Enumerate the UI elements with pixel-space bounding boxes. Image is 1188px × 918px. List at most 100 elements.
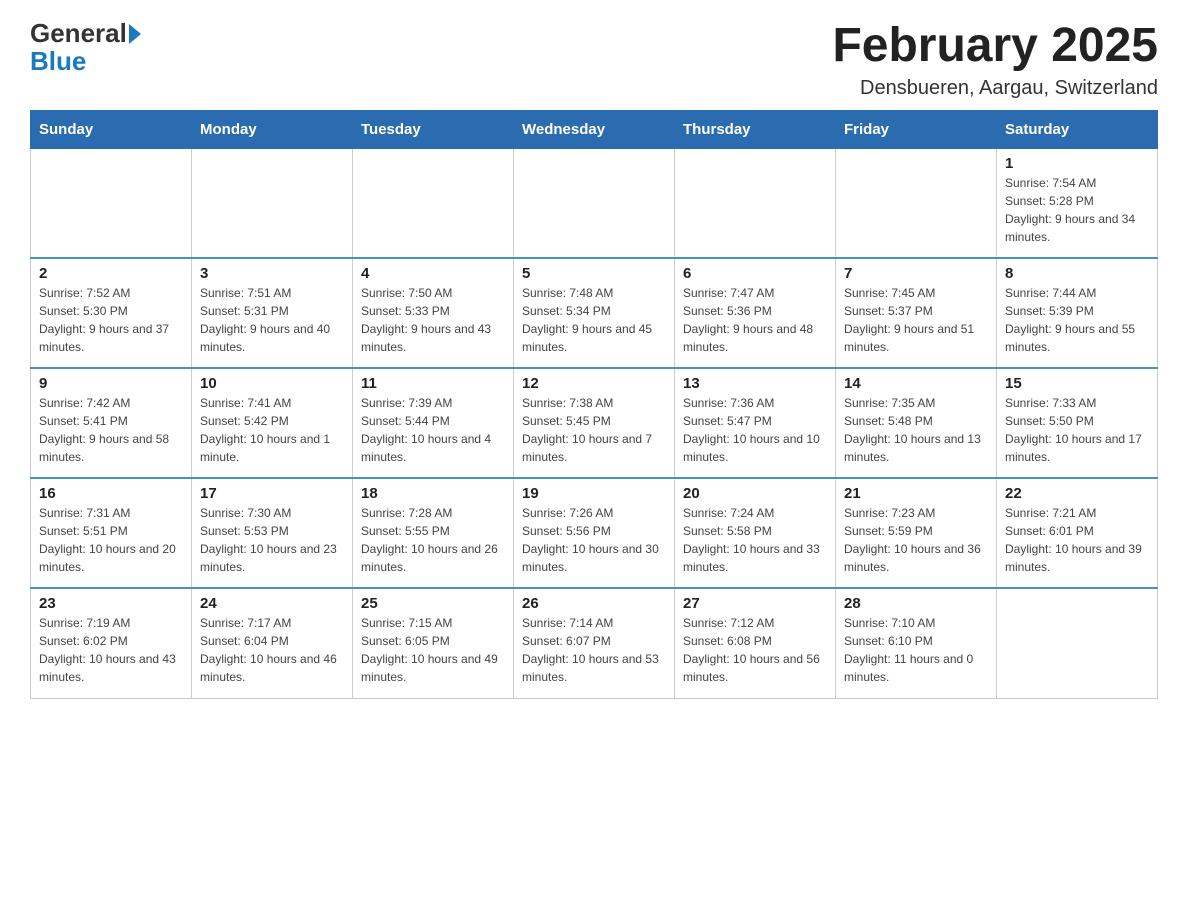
- day-number: 22: [1005, 485, 1149, 502]
- day-number: 20: [683, 485, 827, 502]
- day-number: 23: [39, 595, 183, 612]
- day-number: 12: [522, 375, 666, 392]
- week-row-4: 16 Sunrise: 7:31 AMSunset: 5:51 PMDayligh…: [31, 478, 1158, 588]
- day-number: 18: [361, 485, 505, 502]
- day-cell: 22 Sunrise: 7:21 AMSunset: 6:01 PMDayligh…: [997, 478, 1158, 588]
- day-cell: 27 Sunrise: 7:12 AMSunset: 6:08 PMDayligh…: [675, 588, 836, 698]
- day-number: 1: [1005, 155, 1149, 172]
- day-number: 6: [683, 265, 827, 282]
- day-number: 16: [39, 485, 183, 502]
- logo-arrow-icon: [129, 24, 141, 44]
- day-cell: 1 Sunrise: 7:54 AMSunset: 5:28 PMDaylight…: [997, 148, 1158, 258]
- day-cell: 8 Sunrise: 7:44 AMSunset: 5:39 PMDaylight…: [997, 258, 1158, 368]
- day-info: Sunrise: 7:12 AMSunset: 6:08 PMDaylight:…: [683, 614, 827, 686]
- day-cell: 26 Sunrise: 7:14 AMSunset: 6:07 PMDayligh…: [514, 588, 675, 698]
- day-info: Sunrise: 7:33 AMSunset: 5:50 PMDaylight:…: [1005, 394, 1149, 466]
- day-number: 27: [683, 595, 827, 612]
- day-cell: 19Sunrise: 7:26 AMSunset: 5:56 PMDayligh…: [514, 478, 675, 588]
- day-info: Sunrise: 7:19 AMSunset: 6:02 PMDaylight:…: [39, 614, 183, 686]
- day-cell: [514, 148, 675, 258]
- day-info: Sunrise: 7:44 AMSunset: 5:39 PMDaylight:…: [1005, 284, 1149, 356]
- day-number: 13: [683, 375, 827, 392]
- day-cell: 25Sunrise: 7:15 AMSunset: 6:05 PMDayligh…: [353, 588, 514, 698]
- day-number: 14: [844, 375, 988, 392]
- day-number: 9: [39, 375, 183, 392]
- day-cell: 10 Sunrise: 7:41 AMSunset: 5:42 PMDayligh…: [192, 368, 353, 478]
- day-info: Sunrise: 7:31 AMSunset: 5:51 PMDaylight:…: [39, 504, 183, 576]
- logo: General Blue: [30, 20, 141, 77]
- day-cell: 16 Sunrise: 7:31 AMSunset: 5:51 PMDayligh…: [31, 478, 192, 588]
- day-cell: [836, 148, 997, 258]
- day-info: Sunrise: 7:54 AMSunset: 5:28 PMDaylight:…: [1005, 174, 1149, 246]
- day-number: 19: [522, 485, 666, 502]
- day-info: Sunrise: 7:47 AMSunset: 5:36 PMDaylight:…: [683, 284, 827, 356]
- day-number: 11: [361, 375, 505, 392]
- calendar-body: 1 Sunrise: 7:54 AMSunset: 5:28 PMDaylight…: [31, 148, 1158, 698]
- day-cell: 14Sunrise: 7:35 AMSunset: 5:48 PMDayligh…: [836, 368, 997, 478]
- day-cell: 3 Sunrise: 7:51 AMSunset: 5:31 PMDaylight…: [192, 258, 353, 368]
- day-cell: [997, 588, 1158, 698]
- header-day-saturday: Saturday: [997, 110, 1158, 148]
- day-info: Sunrise: 7:52 AMSunset: 5:30 PMDaylight:…: [39, 284, 183, 356]
- day-cell: 21 Sunrise: 7:23 AMSunset: 5:59 PMDayligh…: [836, 478, 997, 588]
- day-number: 26: [522, 595, 666, 612]
- day-cell: 5Sunrise: 7:48 AMSunset: 5:34 PMDaylight…: [514, 258, 675, 368]
- logo-general-text: General: [30, 20, 127, 46]
- day-info: Sunrise: 7:42 AMSunset: 5:41 PMDaylight:…: [39, 394, 183, 466]
- day-number: 10: [200, 375, 344, 392]
- day-cell: [353, 148, 514, 258]
- calendar-header: SundayMondayTuesdayWednesdayThursdayFrid…: [31, 110, 1158, 148]
- day-number: 2: [39, 265, 183, 282]
- day-number: 3: [200, 265, 344, 282]
- day-cell: 18 Sunrise: 7:28 AMSunset: 5:55 PMDayligh…: [353, 478, 514, 588]
- day-info: Sunrise: 7:10 AMSunset: 6:10 PMDaylight:…: [844, 614, 988, 686]
- header-row: SundayMondayTuesdayWednesdayThursdayFrid…: [31, 110, 1158, 148]
- day-info: Sunrise: 7:51 AMSunset: 5:31 PMDaylight:…: [200, 284, 344, 356]
- day-number: 8: [1005, 265, 1149, 282]
- logo-blue-text: Blue: [30, 46, 86, 76]
- day-number: 28: [844, 595, 988, 612]
- header-day-wednesday: Wednesday: [514, 110, 675, 148]
- day-cell: 13 Sunrise: 7:36 AMSunset: 5:47 PMDayligh…: [675, 368, 836, 478]
- day-info: Sunrise: 7:45 AMSunset: 5:37 PMDaylight:…: [844, 284, 988, 356]
- day-cell: 4 Sunrise: 7:50 AMSunset: 5:33 PMDaylight…: [353, 258, 514, 368]
- day-cell: 17Sunrise: 7:30 AMSunset: 5:53 PMDayligh…: [192, 478, 353, 588]
- title-section: February 2025 Densbueren, Aargau, Switze…: [832, 20, 1158, 100]
- day-number: 5: [522, 265, 666, 282]
- day-cell: 2 Sunrise: 7:52 AMSunset: 5:30 PMDaylight…: [31, 258, 192, 368]
- day-cell: [192, 148, 353, 258]
- day-info: Sunrise: 7:41 AMSunset: 5:42 PMDaylight:…: [200, 394, 344, 466]
- page-header: General Blue February 2025 Densbueren, A…: [30, 20, 1158, 100]
- day-cell: 20Sunrise: 7:24 AMSunset: 5:58 PMDayligh…: [675, 478, 836, 588]
- day-cell: 28 Sunrise: 7:10 AMSunset: 6:10 PMDayligh…: [836, 588, 997, 698]
- week-row-2: 2 Sunrise: 7:52 AMSunset: 5:30 PMDaylight…: [31, 258, 1158, 368]
- day-number: 25: [361, 595, 505, 612]
- week-row-5: 23 Sunrise: 7:19 AMSunset: 6:02 PMDayligh…: [31, 588, 1158, 698]
- month-title: February 2025: [832, 20, 1158, 73]
- day-cell: 12Sunrise: 7:38 AMSunset: 5:45 PMDayligh…: [514, 368, 675, 478]
- location-text: Densbueren, Aargau, Switzerland: [832, 77, 1158, 100]
- week-row-1: 1 Sunrise: 7:54 AMSunset: 5:28 PMDaylight…: [31, 148, 1158, 258]
- day-number: 4: [361, 265, 505, 282]
- day-number: 24: [200, 595, 344, 612]
- day-cell: 6 Sunrise: 7:47 AMSunset: 5:36 PMDaylight…: [675, 258, 836, 368]
- day-cell: 15Sunrise: 7:33 AMSunset: 5:50 PMDayligh…: [997, 368, 1158, 478]
- day-cell: [31, 148, 192, 258]
- day-info: Sunrise: 7:28 AMSunset: 5:55 PMDaylight:…: [361, 504, 505, 576]
- day-number: 17: [200, 485, 344, 502]
- calendar-table: SundayMondayTuesdayWednesdayThursdayFrid…: [30, 110, 1158, 699]
- day-info: Sunrise: 7:21 AMSunset: 6:01 PMDaylight:…: [1005, 504, 1149, 576]
- day-number: 21: [844, 485, 988, 502]
- day-cell: 24Sunrise: 7:17 AMSunset: 6:04 PMDayligh…: [192, 588, 353, 698]
- header-day-friday: Friday: [836, 110, 997, 148]
- day-info: Sunrise: 7:50 AMSunset: 5:33 PMDaylight:…: [361, 284, 505, 356]
- day-cell: 7Sunrise: 7:45 AMSunset: 5:37 PMDaylight…: [836, 258, 997, 368]
- day-info: Sunrise: 7:23 AMSunset: 5:59 PMDaylight:…: [844, 504, 988, 576]
- day-cell: 9 Sunrise: 7:42 AMSunset: 5:41 PMDaylight…: [31, 368, 192, 478]
- day-info: Sunrise: 7:14 AMSunset: 6:07 PMDaylight:…: [522, 614, 666, 686]
- day-info: Sunrise: 7:36 AMSunset: 5:47 PMDaylight:…: [683, 394, 827, 466]
- day-cell: 11Sunrise: 7:39 AMSunset: 5:44 PMDayligh…: [353, 368, 514, 478]
- header-day-tuesday: Tuesday: [353, 110, 514, 148]
- header-day-thursday: Thursday: [675, 110, 836, 148]
- header-day-monday: Monday: [192, 110, 353, 148]
